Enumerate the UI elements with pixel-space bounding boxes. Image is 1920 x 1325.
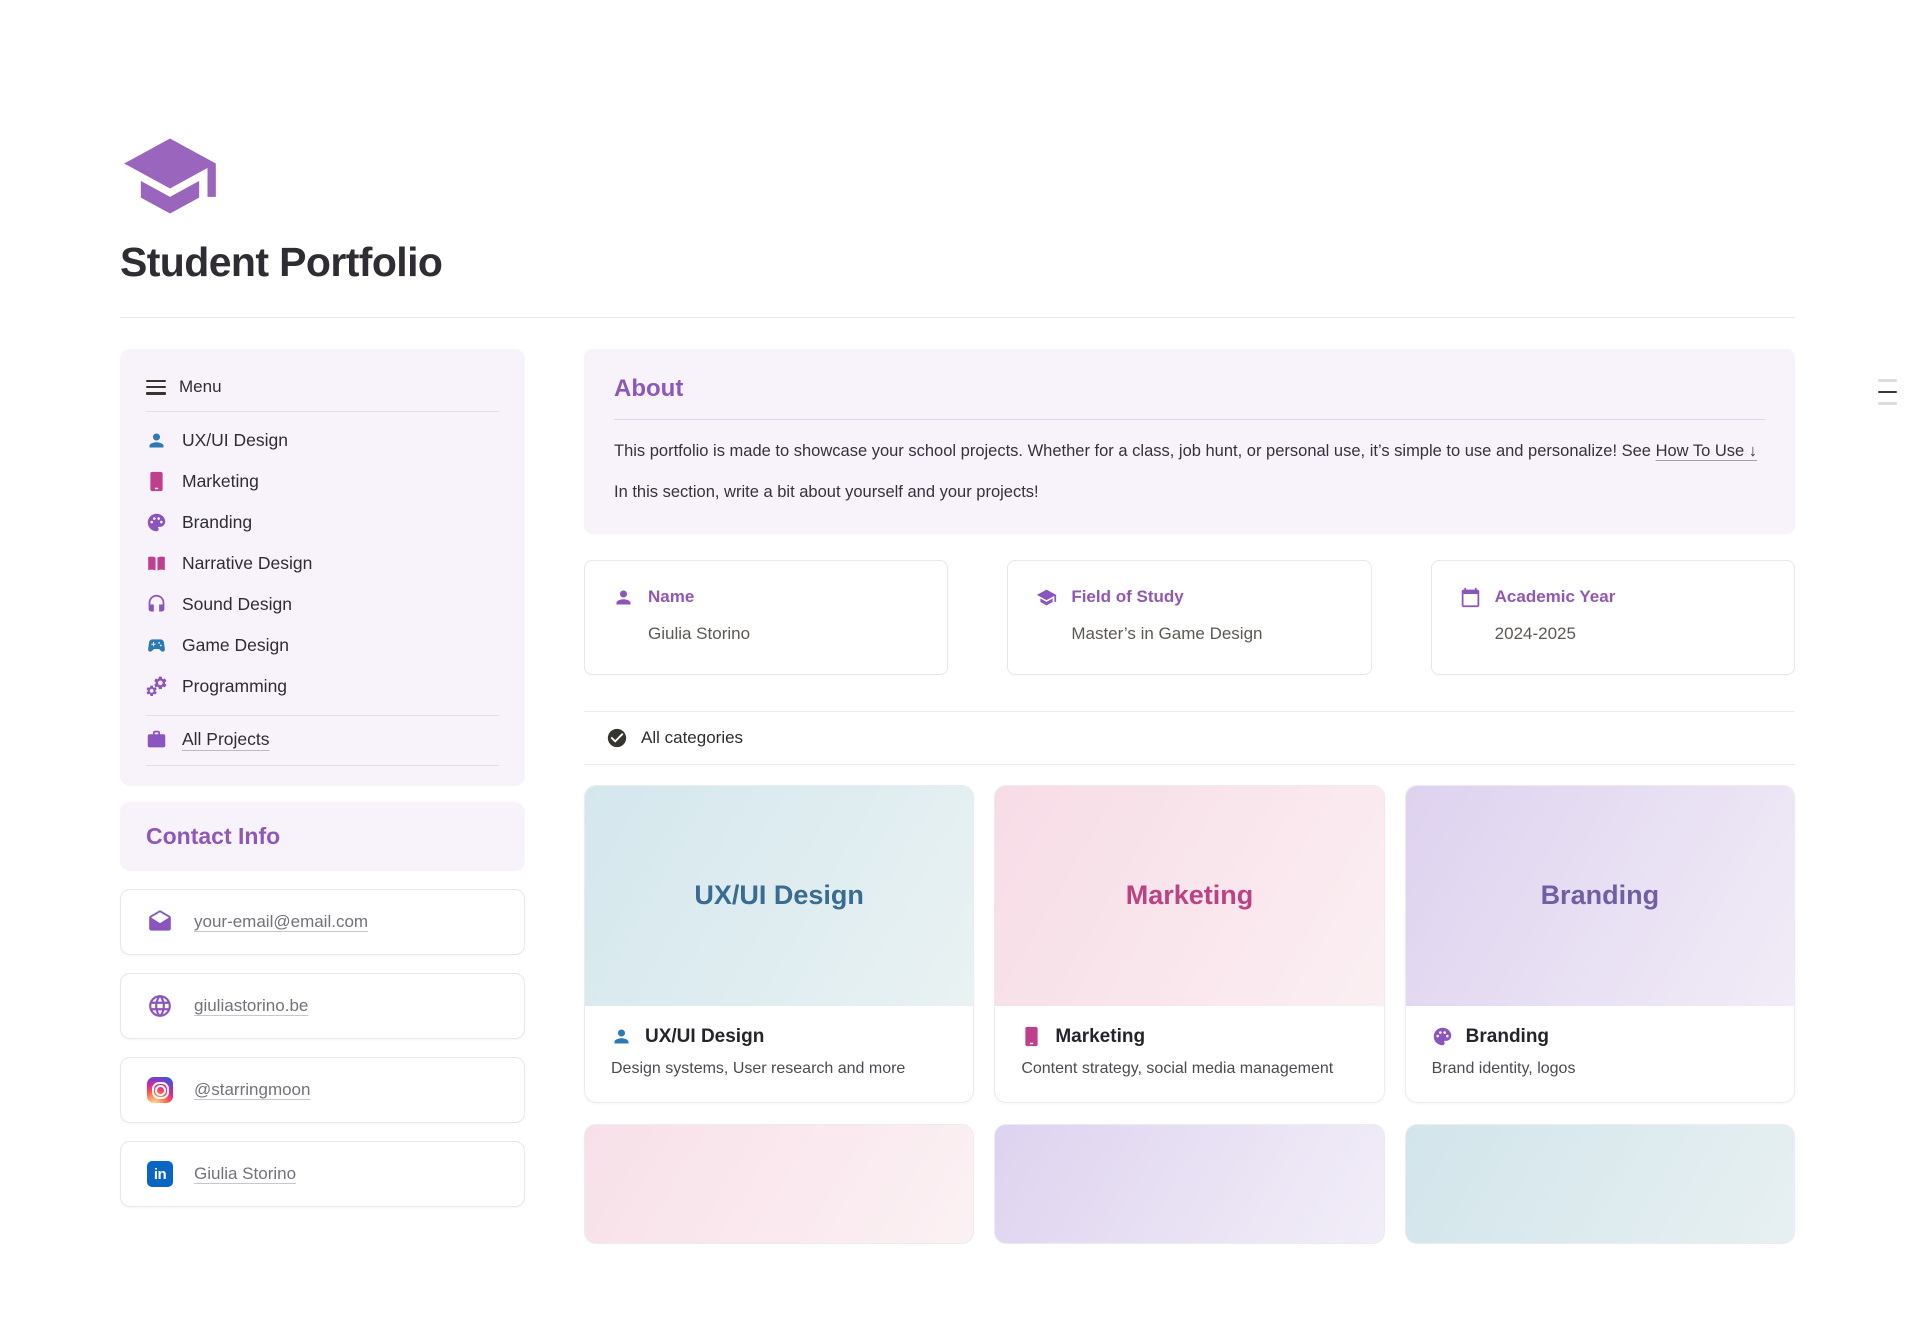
sidebar: Menu UX/UI Design Marketing Branding xyxy=(120,349,525,1207)
menu-item-narrative-design[interactable]: Narrative Design xyxy=(146,543,499,584)
calendar-icon xyxy=(1460,587,1481,608)
menu-item-uxui-design[interactable]: UX/UI Design xyxy=(146,420,499,461)
category-name: Branding xyxy=(1466,1026,1549,1048)
menu-nav: UX/UI Design Marketing Branding Narrativ… xyxy=(146,412,499,715)
header-divider xyxy=(120,317,1795,318)
headphones-icon xyxy=(146,594,167,615)
palette-icon xyxy=(146,512,167,533)
menu-item-sound-design[interactable]: Sound Design xyxy=(146,584,499,625)
category-grid: UX/UI Design UX/UI Design Design systems… xyxy=(584,785,1795,1103)
menu-panel: Menu UX/UI Design Marketing Branding xyxy=(120,349,525,786)
menu-title: Menu xyxy=(179,377,222,397)
contact-link-email[interactable]: your-email@email.com xyxy=(120,889,525,955)
contact-link-instagram[interactable]: @starringmoon xyxy=(120,1057,525,1123)
instagram-icon xyxy=(147,1077,173,1103)
info-card-value: Giulia Storino xyxy=(648,624,919,644)
person-icon xyxy=(611,1026,632,1047)
about-paragraph: This portfolio is made to showcase your … xyxy=(614,438,1765,465)
info-card-value: 2024-2025 xyxy=(1495,624,1766,644)
category-card-uxui-design[interactable]: UX/UI Design UX/UI Design Design systems… xyxy=(584,785,974,1103)
student-portfolio-page: Student Portfolio Menu UX/UI Design xyxy=(0,126,1920,1244)
info-card-value: Master’s in Game Design xyxy=(1071,624,1342,644)
info-card-label: Academic Year xyxy=(1495,587,1616,607)
category-banner-title: UX/UI Design xyxy=(694,880,864,911)
linkedin-icon xyxy=(147,1161,173,1187)
category-card-marketing[interactable]: Marketing Marketing Content strategy, so… xyxy=(994,785,1384,1103)
info-card-field-of-study: Field of Study Master’s in Game Design xyxy=(1007,560,1371,675)
info-card-label: Name xyxy=(648,587,694,607)
envelope-icon xyxy=(147,909,173,935)
check-circle-icon xyxy=(606,727,628,749)
category-filter[interactable]: All categories xyxy=(584,711,1795,765)
category-banner-title: Marketing xyxy=(1126,880,1254,911)
page-title: Student Portfolio xyxy=(120,238,1795,287)
gamepad-icon xyxy=(146,635,167,656)
menu-item-programming[interactable]: Programming xyxy=(146,666,499,707)
contact-link-linkedin[interactable]: Giulia Storino xyxy=(120,1141,525,1207)
contact-info-title: Contact Info xyxy=(146,823,499,850)
category-description: Design systems, User research and more xyxy=(611,1060,947,1078)
category-card-partial-3[interactable] xyxy=(1405,1124,1795,1244)
person-icon xyxy=(146,430,167,451)
category-description: Brand identity, logos xyxy=(1432,1060,1768,1078)
gears-icon xyxy=(146,676,167,697)
outline-bar-active xyxy=(1878,391,1897,394)
menu-item-game-design[interactable]: Game Design xyxy=(146,625,499,666)
about-section: About This portfolio is made to showcase… xyxy=(584,349,1795,533)
about-paragraph-2: In this section, write a bit about yours… xyxy=(614,479,1765,506)
menu-item-branding[interactable]: Branding xyxy=(146,502,499,543)
contact-link-website[interactable]: giuliastorino.be xyxy=(120,973,525,1039)
outline-bar xyxy=(1878,379,1897,382)
about-title: About xyxy=(614,375,1765,403)
smartphone-icon xyxy=(1021,1026,1042,1047)
info-card-name: Name Giulia Storino xyxy=(584,560,948,675)
smartphone-icon xyxy=(146,471,167,492)
briefcase-icon xyxy=(146,729,167,750)
open-book-icon xyxy=(146,553,167,574)
category-card-branding[interactable]: Branding Branding Brand identity, logos xyxy=(1405,785,1795,1103)
graduation-cap-icon xyxy=(1036,587,1057,608)
info-card-academic-year: Academic Year 2024-2025 xyxy=(1431,560,1795,675)
category-filter-label: All categories xyxy=(641,728,743,748)
graduation-cap-logo-icon xyxy=(120,126,220,226)
globe-icon xyxy=(147,993,173,1019)
page-header: Student Portfolio xyxy=(120,126,1795,318)
menu-item-all-projects[interactable]: All Projects xyxy=(146,716,499,765)
palette-icon xyxy=(1432,1026,1453,1047)
hamburger-menu-icon xyxy=(146,380,166,395)
outline-bar xyxy=(1878,402,1897,405)
main-content: About This portfolio is made to showcase… xyxy=(584,349,1795,1243)
about-paragraph-text: This portfolio is made to showcase your … xyxy=(614,442,1656,460)
category-banner: Branding xyxy=(1406,786,1794,1006)
person-icon xyxy=(613,587,634,608)
menu-header[interactable]: Menu xyxy=(146,373,499,411)
menu-item-marketing[interactable]: Marketing xyxy=(146,461,499,502)
category-banner: UX/UI Design xyxy=(585,786,973,1006)
category-card-partial-2[interactable] xyxy=(994,1124,1384,1244)
info-cards-row: Name Giulia Storino Field of Study Maste… xyxy=(584,560,1795,675)
category-grid-row-2 xyxy=(584,1124,1795,1244)
category-banner-title: Branding xyxy=(1541,880,1660,911)
contact-info-panel: Contact Info xyxy=(120,802,525,871)
category-description: Content strategy, social media managemen… xyxy=(1021,1060,1357,1078)
category-card-partial-1[interactable] xyxy=(584,1124,974,1244)
page-outline-indicator[interactable] xyxy=(1878,379,1897,405)
category-banner: Marketing xyxy=(995,786,1383,1006)
info-card-label: Field of Study xyxy=(1071,587,1183,607)
divider xyxy=(614,419,1765,420)
how-to-use-link[interactable]: How To Use ↓ xyxy=(1656,442,1757,460)
category-name: UX/UI Design xyxy=(645,1026,764,1048)
divider xyxy=(146,765,499,766)
category-name: Marketing xyxy=(1055,1026,1145,1048)
